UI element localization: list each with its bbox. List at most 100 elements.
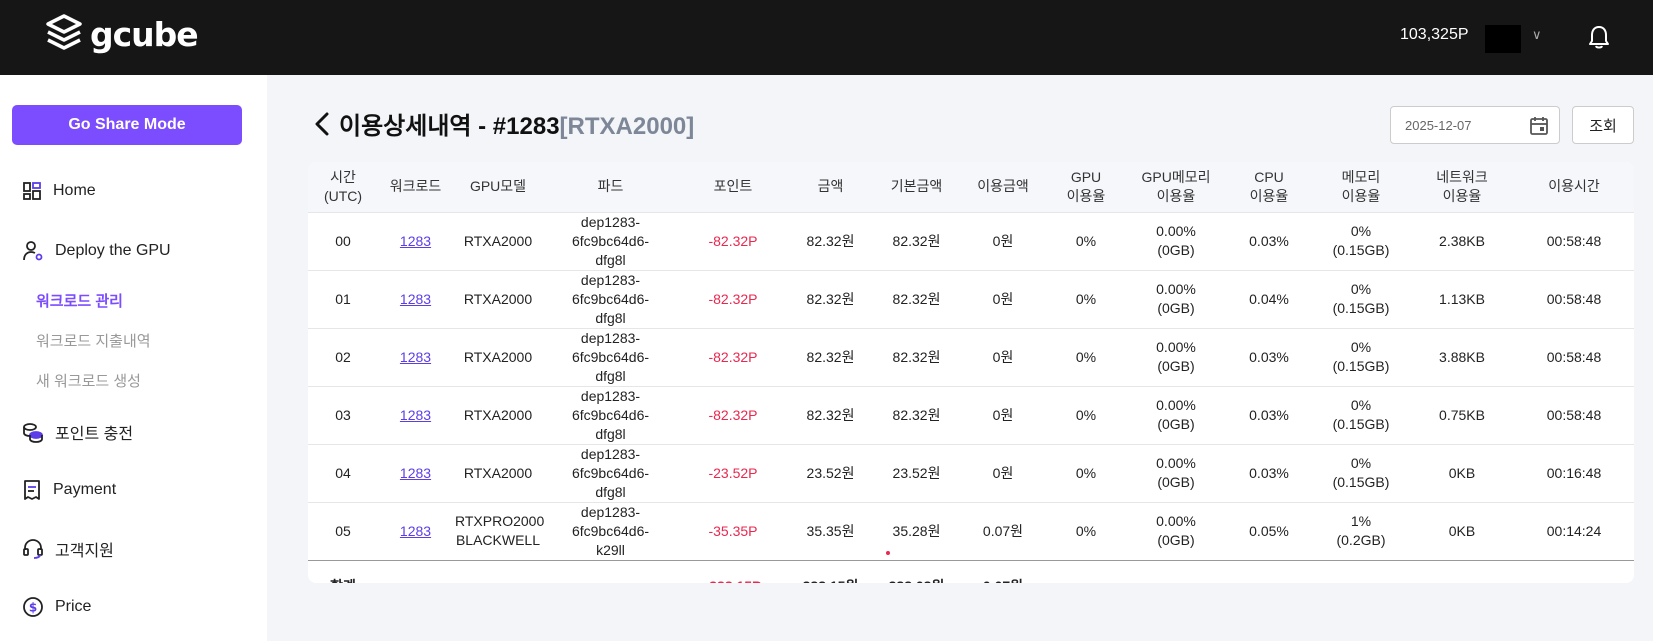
sidebar-item-label: Home [53,182,96,199]
duration-value: 00:58:48 [1546,290,1602,307]
sidebar-item-deploy[interactable]: Deploy the GPU [22,240,171,262]
cell-workload[interactable]: 1283 [378,328,453,386]
cell-workload[interactable]: 1283 [378,444,453,502]
mem-pct: 0% [1350,397,1372,413]
cell-time: 03 [308,386,378,444]
gpu-mem-size: (0GB) [1157,416,1195,432]
cell-gpu-model: RTXA2000 [453,212,543,270]
workload-link[interactable]: 1283 [400,465,431,481]
cell-amount: 82.32원 [788,386,873,444]
date-picker-input[interactable]: 2025-12-07 [1390,106,1560,144]
cell-workload[interactable]: 1283 [378,386,453,444]
column-header: CPU 이용율 [1226,162,1312,212]
workload-link[interactable]: 1283 [400,407,431,423]
cpu-util-value: 0.03% [1249,406,1289,423]
bell-icon[interactable] [1587,24,1611,50]
empty-cell [1410,560,1514,583]
column-header-line1: 이용금액 [977,178,1029,195]
mem-pct: 0% [1350,223,1372,239]
cell-workload[interactable]: 1283 [378,502,453,560]
sidebar-item-point-charge[interactable]: 포인트 충전 [22,420,133,444]
gpu-util-value: 0% [1075,406,1097,423]
cell-workload[interactable]: 1283 [378,212,453,270]
headset-icon [23,539,43,559]
sidebar-item-label: Deploy the GPU [55,242,171,259]
query-button[interactable]: 조회 [1572,106,1634,144]
sidebar-subitem-workload-manage[interactable]: 워크로드 관리 [36,290,123,311]
table-row: 04 1283 RTXA2000 dep1283-6fc9bc64d6- dfg8l -2… [308,444,1634,502]
cell-duration: 00:58:48 [1514,212,1634,270]
column-header: 워크로드 [378,162,453,212]
cell-workload[interactable]: 1283 [378,270,453,328]
duration-value: 00:16:48 [1546,464,1602,481]
cell-duration: 00:58:48 [1514,270,1634,328]
chevron-left-icon[interactable] [313,111,331,137]
gpu-model-line2: BLACKWELL [455,532,541,548]
sidebar-subitem-new-workload[interactable]: 새 워크로드 생성 [36,370,141,391]
gpu-model-line1: RTXA2000 [463,348,533,365]
column-header: GPU 이용율 [1046,162,1126,212]
duration-value: 00:58:48 [1546,348,1602,365]
cell-mem-util: 0% (0.15GB) [1312,386,1410,444]
usage-amount-value: 0원 [992,406,1014,423]
base-amount-value: 82.32원 [892,232,941,249]
cell-mem-util: 1% (0.2GB) [1312,502,1410,560]
receipt-icon [24,480,40,500]
cell-pod: dep1283-6fc9bc64d6- k29ll [543,502,678,560]
empty-cell [1126,560,1226,583]
amount-value: 82.32원 [806,232,855,249]
date-value: 2025-12-07 [1405,117,1472,133]
column-header: 파드 [543,162,678,212]
sidebar-item-support[interactable]: 고객지원 [22,537,114,561]
column-header: 포인트 [678,162,788,212]
base-amount-value: 82.32원 [892,348,941,365]
mem-pct: 0% [1350,455,1372,471]
cell-gpu-model: RTXPRO2000 BLACKWELL [453,502,544,560]
base-amount-value: 82.32원 [892,290,941,307]
cell-gpu-mem-util: 0.00% (0GB) [1126,502,1226,560]
sidebar-item-home[interactable]: Home [22,181,96,201]
cell-point: -82.32P [678,328,788,386]
column-header: 시간 (UTC) [308,162,378,212]
gpu-mem-pct: 0.00% [1156,513,1196,529]
cell-time: 00 [308,212,378,270]
workload-link[interactable]: 1283 [400,233,431,249]
go-share-mode-button[interactable]: Go Share Mode [12,105,242,145]
cell-base-amount: 82.32원 [873,328,960,386]
table-header-row: 시간 (UTC) 워크로드 GPU모델 파드 포인트 금액 기본금액 이용금액 GPU 이용율 GPU… [308,162,1634,212]
pod-line2: dfg8l [595,309,626,326]
mem-pct: 0% [1350,281,1372,297]
cell-network-util: 0KB [1410,502,1514,560]
cell-total-base: 388.08원 [873,560,960,583]
cell-gpu-util: 0% [1046,212,1126,270]
cpu-util-value: 0.04% [1249,290,1289,307]
column-header-line1: 금액 [817,178,844,195]
chevron-down-icon[interactable]: ∨ [1532,28,1542,43]
time-value: 04 [335,464,351,481]
gpu-util-value: 0% [1075,290,1097,307]
pod-line1: dep1283-6fc9bc64d6- [571,329,650,365]
cell-mem-util: 0% (0.15GB) [1312,444,1410,502]
user-menu-avatar[interactable] [1485,25,1521,53]
gpu-model-line1: RTXA2000 [463,232,533,249]
cell-pod: dep1283-6fc9bc64d6- dfg8l [543,270,678,328]
logo[interactable]: gcube [46,14,199,54]
column-header-line1: GPU모델 [469,178,527,195]
gpu-mem-size: (0GB) [1157,242,1195,258]
workload-link[interactable]: 1283 [400,291,431,307]
column-header: GPU모델 [453,162,543,212]
column-header: 네트워크 이용율 [1410,162,1514,212]
workload-link[interactable]: 1283 [400,523,431,539]
calendar-icon[interactable] [1529,116,1549,136]
workload-link[interactable]: 1283 [400,349,431,365]
empty-cell [543,560,678,583]
cell-gpu-util: 0% [1046,386,1126,444]
sidebar-item-payment[interactable]: Payment [22,479,116,501]
cell-usage-amount: 0원 [960,444,1046,502]
column-header-line2: 이용율 [1341,187,1381,204]
cell-pod: dep1283-6fc9bc64d6- dfg8l [543,328,678,386]
cell-network-util: 1.13KB [1410,270,1514,328]
sidebar-item-price[interactable]: $ Price [22,596,91,618]
cell-time: 04 [308,444,378,502]
sidebar-subitem-workload-spending[interactable]: 워크로드 지출내역 [36,330,151,351]
